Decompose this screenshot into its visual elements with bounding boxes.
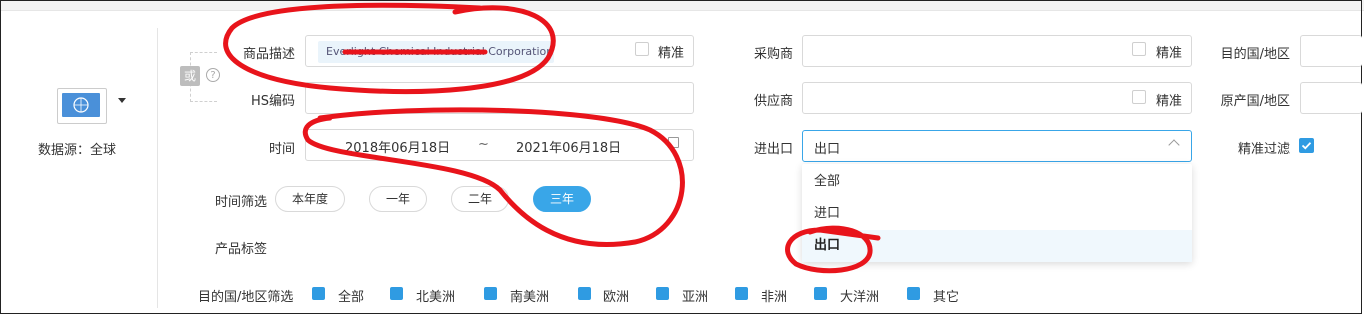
- annotation-circle-time: [302, 107, 685, 247]
- annotation-overlay: [223, 2, 881, 274]
- annotation-circle-product: [223, 2, 556, 94]
- annotation-circle-export: [785, 225, 881, 274]
